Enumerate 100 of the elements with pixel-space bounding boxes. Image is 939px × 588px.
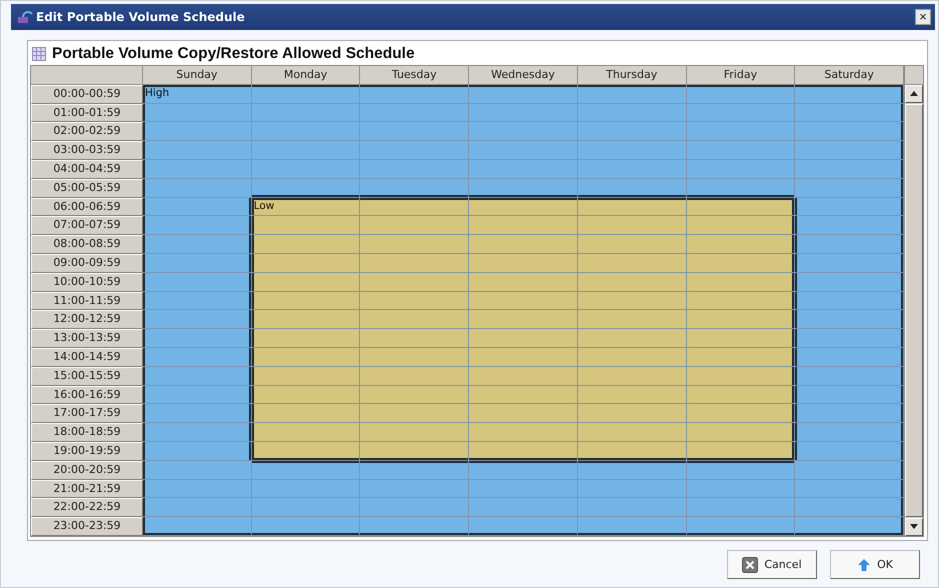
schedule-cell[interactable] [578,235,687,254]
schedule-cell[interactable] [252,216,360,236]
schedule-cell[interactable] [469,517,578,536]
schedule-cell[interactable] [578,272,687,292]
schedule-cell[interactable] [360,348,470,367]
close-button[interactable]: × [915,9,931,25]
schedule-cell[interactable] [686,404,796,424]
schedule-cell[interactable] [143,498,252,518]
schedule-cell[interactable] [469,254,578,273]
schedule-cell[interactable] [252,460,360,480]
schedule-cell[interactable] [252,178,360,198]
schedule-cell[interactable] [360,386,470,404]
schedule-cell[interactable] [469,216,578,236]
schedule-cell[interactable] [252,292,360,310]
schedule-cell[interactable] [469,141,578,160]
schedule-cell[interactable] [360,366,470,386]
schedule-cell[interactable] [360,329,470,348]
schedule-cell[interactable] [143,235,252,254]
schedule-cell[interactable] [578,104,687,122]
schedule-cell[interactable]: High [143,84,252,104]
schedule-cell[interactable] [360,122,470,142]
schedule-cell[interactable] [143,329,252,348]
schedule-cell[interactable] [578,160,687,179]
schedule-cell[interactable] [578,216,687,236]
scroll-thumb[interactable] [905,104,923,517]
schedule-cell[interactable] [360,404,470,424]
schedule-cell[interactable] [252,310,360,330]
schedule-cell[interactable] [686,329,796,348]
schedule-cell[interactable] [578,198,687,216]
schedule-cell[interactable] [252,141,360,160]
schedule-cell[interactable] [795,310,904,330]
schedule-cell[interactable] [795,198,904,216]
schedule-cell[interactable] [252,517,360,536]
schedule-cell[interactable] [795,386,904,404]
schedule-cell[interactable] [143,104,252,122]
schedule-cell[interactable] [360,141,470,160]
schedule-cell[interactable] [469,178,578,198]
schedule-cell[interactable] [360,310,470,330]
schedule-cell[interactable] [252,122,360,142]
schedule-cell[interactable] [252,498,360,518]
schedule-cell[interactable] [686,442,796,461]
schedule-cell[interactable] [686,178,796,198]
schedule-cell[interactable] [686,216,796,236]
schedule-cell[interactable] [795,329,904,348]
schedule-cell[interactable] [143,160,252,179]
schedule-cell[interactable] [578,292,687,310]
schedule-cell[interactable] [795,104,904,122]
schedule-cell[interactable] [143,178,252,198]
schedule-cell[interactable] [360,423,470,442]
schedule-cell[interactable] [795,235,904,254]
schedule-cell[interactable] [252,386,360,404]
schedule-cell[interactable] [360,198,470,216]
schedule-cell[interactable] [686,480,796,498]
cancel-button[interactable]: Cancel [727,550,817,579]
schedule-cell[interactable] [469,348,578,367]
schedule-cell[interactable] [795,348,904,367]
schedule-cell[interactable] [252,104,360,122]
schedule-cell[interactable] [469,84,578,104]
schedule-cell[interactable] [795,178,904,198]
schedule-cell[interactable] [795,160,904,179]
scroll-down-button[interactable] [905,518,923,536]
schedule-cell[interactable] [252,254,360,273]
schedule-cell[interactable] [252,442,360,461]
schedule-cell[interactable] [686,460,796,480]
schedule-cell[interactable] [686,386,796,404]
schedule-cell[interactable] [795,366,904,386]
schedule-cell[interactable] [143,216,252,236]
schedule-cell[interactable] [686,366,796,386]
schedule-cell[interactable] [795,122,904,142]
schedule-cell[interactable] [360,178,470,198]
schedule-cell[interactable] [578,84,687,104]
schedule-cell[interactable] [686,254,796,273]
schedule-cell[interactable] [252,348,360,367]
schedule-cell[interactable] [360,480,470,498]
schedule-cell[interactable] [795,216,904,236]
schedule-cell[interactable] [686,122,796,142]
schedule-cell[interactable] [686,235,796,254]
scrollbar[interactable] [904,66,923,536]
schedule-cell[interactable] [143,517,252,536]
schedule-cell[interactable] [578,178,687,198]
schedule-cell[interactable] [795,517,904,536]
schedule-cell[interactable] [252,423,360,442]
schedule-cell[interactable] [686,517,796,536]
schedule-cell[interactable] [360,84,470,104]
schedule-cell[interactable] [143,348,252,367]
schedule-cell[interactable] [143,292,252,310]
schedule-cell[interactable] [143,272,252,292]
schedule-cell[interactable] [578,423,687,442]
schedule-cell[interactable] [578,141,687,160]
schedule-cell[interactable] [686,141,796,160]
schedule-cell[interactable] [686,348,796,367]
schedule-cell[interactable] [143,254,252,273]
schedule-cell[interactable] [143,442,252,461]
schedule-cell[interactable] [143,423,252,442]
schedule-cell[interactable] [469,386,578,404]
schedule-cell[interactable] [795,404,904,424]
schedule-cell[interactable] [252,480,360,498]
schedule-cell[interactable] [795,141,904,160]
schedule-cell[interactable] [360,104,470,122]
schedule-cell[interactable] [469,122,578,142]
